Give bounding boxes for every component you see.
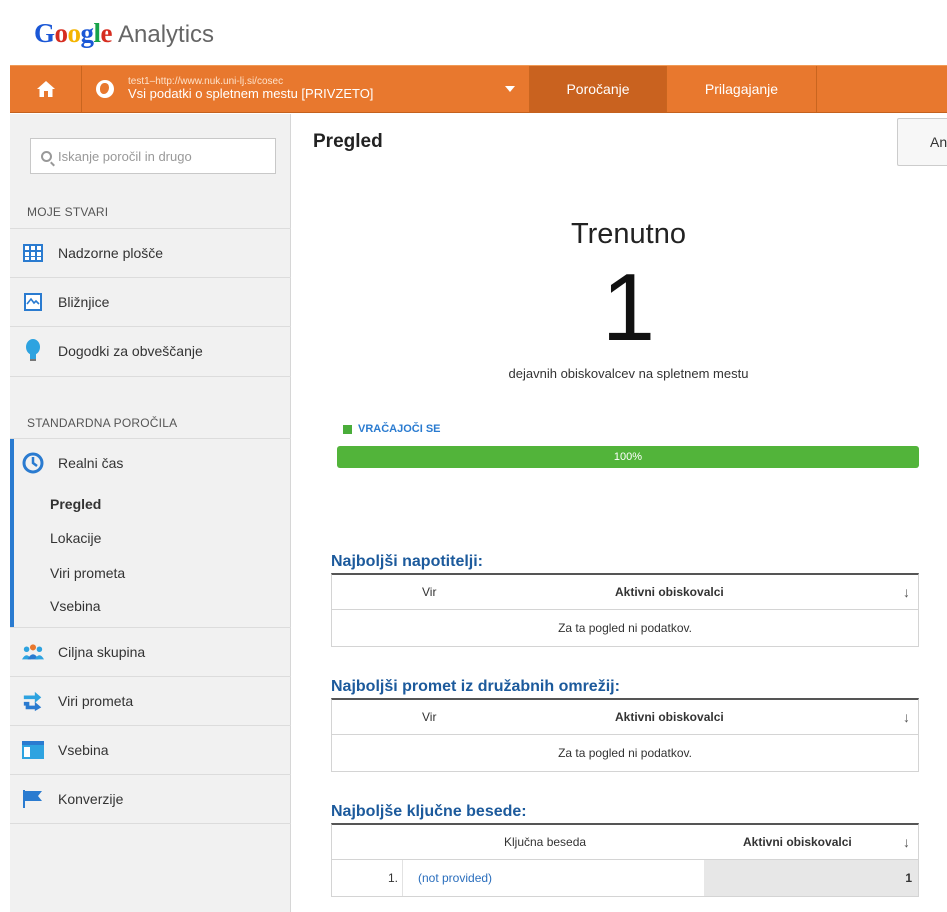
progress-label: 100%: [613, 451, 643, 463]
row-value: 1: [704, 860, 918, 896]
current-label: Trenutno: [571, 218, 686, 250]
sort-down-icon[interactable]: ↓: [903, 584, 910, 600]
keywords-table: Ključna beseda Aktivni obiskovalci ↓ 1. …: [331, 823, 919, 897]
sidebar-item-behavior[interactable]: Vsebina: [10, 725, 291, 774]
sidebar-item-shortcuts[interactable]: Bližnjice: [10, 277, 291, 326]
active-visitors-description: dejavnih obiskovalcev na spletnem mestu: [508, 366, 749, 381]
active-visitors-count: 1: [601, 254, 656, 361]
audience-icon: [22, 641, 44, 663]
tab-reporting[interactable]: Poročanje: [530, 66, 667, 112]
sidebar-item-label: Vsebina: [58, 742, 109, 758]
my-stuff-heading: MOJE STVARI: [27, 205, 109, 219]
content-icon: [22, 739, 44, 761]
sidebar-item-conversions[interactable]: Konverzije: [10, 774, 291, 823]
table-header: Vir Aktivni obiskovalci ↓: [332, 700, 918, 735]
referrers-table: Vir Aktivni obiskovalci ↓ Za ta pogled n…: [331, 573, 919, 647]
google-wordmark: Google: [34, 18, 113, 48]
google-analytics-logo[interactable]: Google Analytics: [34, 18, 214, 52]
column-active-visitors[interactable]: Aktivni obiskovalci: [615, 710, 724, 724]
sidebar-item-audience[interactable]: Ciljna skupina: [10, 627, 291, 676]
globe-icon: [96, 80, 114, 98]
tab-customization[interactable]: Prilagajanje: [667, 66, 817, 112]
home-button[interactable]: [10, 66, 82, 112]
sidebar-item-label: Konverzije: [58, 791, 124, 807]
sidebar-item-label: Bližnjice: [58, 294, 110, 310]
sidebar-item-label: Viri prometa: [58, 693, 134, 709]
dashboard-icon: [22, 242, 44, 264]
search-icon: [41, 150, 52, 162]
progress-fill: 100%: [337, 446, 919, 468]
keyword-link[interactable]: (not provided): [418, 871, 492, 885]
sidebar-item-label: Ciljna skupina: [58, 644, 146, 660]
sidebar-item-label: Nadzorne plošče: [58, 245, 164, 261]
sidebar-item-intelligence-events[interactable]: Dogodki za obveščanje: [10, 326, 291, 375]
realtime-icon: [22, 452, 44, 474]
chevron-down-icon: [505, 86, 515, 92]
column-source[interactable]: Vir: [422, 710, 436, 724]
legend-label: VRAČAJOČI SE: [358, 423, 441, 435]
property-selector[interactable]: test1–http://www.nuk.uni-lj.si/cosec Vsi…: [82, 66, 530, 112]
social-heading: Najboljši promet iz družabnih omrežij:: [331, 678, 620, 695]
page-title: Pregled: [313, 131, 383, 152]
legend-swatch: [343, 424, 352, 434]
analytics-action-button[interactable]: An: [897, 118, 947, 166]
column-active-visitors[interactable]: Aktivni obiskovalci: [615, 585, 724, 599]
table-header: Ključna beseda Aktivni obiskovalci ↓: [332, 825, 918, 860]
sidebar-item-label: Dogodki za obveščanje: [58, 343, 203, 359]
sidebar-subitem-traffic-sources[interactable]: Viri prometa: [50, 565, 125, 581]
search-input[interactable]: Iskanje poročil in drugo: [30, 138, 276, 174]
empty-message: Za ta pogled ni podatkov.: [558, 621, 692, 635]
column-keyword[interactable]: Ključna beseda: [504, 835, 586, 849]
column-source[interactable]: Vir: [422, 585, 436, 599]
traffic-icon: [22, 690, 44, 712]
sidebar-subitem-content[interactable]: Vsebina: [50, 598, 101, 614]
analytics-wordmark: Analytics: [118, 21, 215, 48]
sidebar-item-dashboards[interactable]: Nadzorne plošče: [10, 228, 291, 277]
table-header: Vir Aktivni obiskovalci ↓: [332, 575, 918, 610]
sidebar-item-realtime[interactable]: Realni čas: [10, 438, 291, 487]
property-name: Vsi podatki o spletnem mestu [PRIVZETO]: [128, 86, 374, 102]
sidebar-subitem-locations[interactable]: Lokacije: [50, 530, 101, 546]
referrers-heading: Najboljši napotitelji:: [331, 553, 484, 570]
sidebar-item-acquisition[interactable]: Viri prometa: [10, 676, 291, 725]
sidebar: Iskanje poročil in drugo MOJE STVARI Nad…: [10, 114, 291, 912]
table-row: 1. (not provided) 1: [332, 860, 918, 896]
sidebar-item-label: Realni čas: [58, 455, 124, 471]
column-active-visitors[interactable]: Aktivni obiskovalci: [743, 835, 852, 849]
returning-legend: VRAČAJOČI SE: [343, 423, 441, 435]
sidebar-subitem-overview[interactable]: Pregled: [50, 496, 101, 512]
top-nav-bar: test1–http://www.nuk.uni-lj.si/cosec Vsi…: [10, 65, 947, 113]
sort-down-icon[interactable]: ↓: [903, 834, 910, 850]
sort-down-icon[interactable]: ↓: [903, 709, 910, 725]
lightbulb-icon: [22, 339, 44, 362]
standard-reports-heading: STANDARDNA POROČILA: [27, 416, 178, 430]
search-placeholder: Iskanje poročil in drugo: [58, 148, 192, 164]
returning-progress-bar: 100%: [337, 446, 919, 468]
home-icon: [36, 81, 55, 97]
keywords-heading: Najboljše ključne besede:: [331, 803, 527, 820]
shortcuts-icon: [22, 291, 44, 313]
empty-message: Za ta pogled ni podatkov.: [558, 746, 692, 760]
flag-icon: [22, 788, 44, 810]
social-table: Vir Aktivni obiskovalci ↓ Za ta pogled n…: [331, 698, 919, 772]
row-number: 1.: [332, 860, 403, 896]
